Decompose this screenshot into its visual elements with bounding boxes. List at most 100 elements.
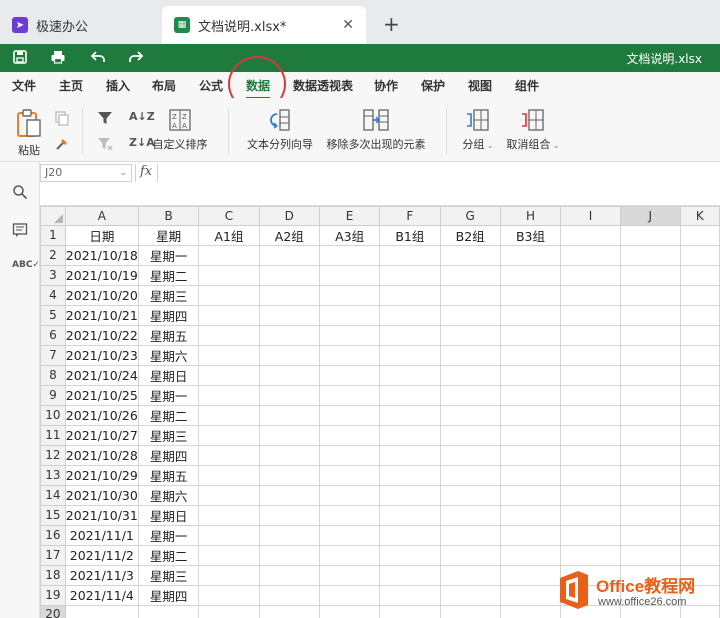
cell-a17[interactable]: 2021/11/2 xyxy=(64,544,139,566)
remove-duplicates-button[interactable]: 移除多次出现的元素 xyxy=(324,108,428,152)
cell-b14[interactable]: 星期六 xyxy=(137,484,200,506)
group-button[interactable]: 分组 ⌄ xyxy=(458,108,498,152)
cell-k1[interactable] xyxy=(679,224,720,246)
cell-e8[interactable] xyxy=(318,364,381,386)
cell-a1[interactable]: 日期 xyxy=(64,224,139,246)
redo-icon[interactable] xyxy=(128,49,144,69)
cell-f2[interactable] xyxy=(379,244,441,266)
cell-f18[interactable] xyxy=(379,564,441,586)
cell-a7[interactable]: 2021/10/23 xyxy=(64,344,139,366)
cell-b5[interactable]: 星期四 xyxy=(137,304,200,326)
cell-g6[interactable] xyxy=(439,324,501,346)
cell-c10[interactable] xyxy=(198,404,260,426)
cell-a8[interactable]: 2021/10/24 xyxy=(64,364,139,386)
cell-c6[interactable] xyxy=(198,324,260,346)
cell-e19[interactable] xyxy=(318,584,381,606)
cell-e18[interactable] xyxy=(318,564,381,586)
cell-b20[interactable] xyxy=(137,604,200,618)
cell-j5[interactable] xyxy=(619,304,681,326)
cell-i12[interactable] xyxy=(560,444,621,466)
cell-c2[interactable] xyxy=(198,244,260,266)
cell-k14[interactable] xyxy=(679,484,720,506)
cell-k16[interactable] xyxy=(679,524,720,546)
column-header-d[interactable]: D xyxy=(258,206,320,226)
cell-g1[interactable]: B2组 xyxy=(439,224,501,246)
cell-k8[interactable] xyxy=(679,364,720,386)
column-header-e[interactable]: E xyxy=(318,206,381,226)
tab-document[interactable]: ▦ 文档说明.xlsx* ✕ xyxy=(162,6,366,44)
cell-i8[interactable] xyxy=(560,364,621,386)
cell-f20[interactable] xyxy=(379,604,441,618)
cell-h13[interactable] xyxy=(499,464,562,486)
cell-i16[interactable] xyxy=(560,524,621,546)
cell-a12[interactable]: 2021/10/28 xyxy=(64,444,139,466)
print-icon[interactable] xyxy=(50,49,66,69)
custom-sort-button[interactable]: ZZAA 自定义排序 xyxy=(150,108,210,152)
cell-i14[interactable] xyxy=(560,484,621,506)
cell-b11[interactable]: 星期三 xyxy=(137,424,200,446)
cell-j12[interactable] xyxy=(619,444,681,466)
cell-f9[interactable] xyxy=(379,384,441,406)
cell-j11[interactable] xyxy=(619,424,681,446)
cell-g4[interactable] xyxy=(439,284,501,306)
row-header[interactable]: 13 xyxy=(40,464,66,486)
cell-g3[interactable] xyxy=(439,264,501,286)
comment-icon[interactable] xyxy=(12,222,28,242)
row-header[interactable]: 12 xyxy=(40,444,66,466)
cell-e16[interactable] xyxy=(318,524,381,546)
cell-a11[interactable]: 2021/10/27 xyxy=(64,424,139,446)
cell-f12[interactable] xyxy=(379,444,441,466)
cell-f7[interactable] xyxy=(379,344,441,366)
new-tab-button[interactable]: + xyxy=(383,12,400,36)
cell-f5[interactable] xyxy=(379,304,441,326)
cell-e5[interactable] xyxy=(318,304,381,326)
row-header[interactable]: 3 xyxy=(40,264,66,286)
cell-b3[interactable]: 星期二 xyxy=(137,264,200,286)
menu-collaborate[interactable]: 协作 xyxy=(374,77,398,94)
column-header-b[interactable]: B xyxy=(137,206,200,226)
cell-e14[interactable] xyxy=(318,484,381,506)
cell-e11[interactable] xyxy=(318,424,381,446)
cell-h17[interactable] xyxy=(499,544,562,566)
cell-j4[interactable] xyxy=(619,284,681,306)
cell-h16[interactable] xyxy=(499,524,562,546)
row-header[interactable]: 10 xyxy=(40,404,66,426)
column-header-g[interactable]: G xyxy=(439,206,501,226)
cell-a2[interactable]: 2021/10/18 xyxy=(64,244,139,266)
cell-i7[interactable] xyxy=(560,344,621,366)
cell-e1[interactable]: A3组 xyxy=(318,224,381,246)
cell-a6[interactable]: 2021/10/22 xyxy=(64,324,139,346)
cell-b10[interactable]: 星期二 xyxy=(137,404,200,426)
cell-h12[interactable] xyxy=(499,444,562,466)
cell-d11[interactable] xyxy=(258,424,320,446)
column-header-i[interactable]: I xyxy=(560,206,621,226)
column-header-j[interactable]: J xyxy=(619,206,681,226)
cell-g2[interactable] xyxy=(439,244,501,266)
cell-k11[interactable] xyxy=(679,424,720,446)
function-icon[interactable]: fx xyxy=(140,164,152,179)
column-header-a[interactable]: A xyxy=(64,206,139,226)
row-header[interactable]: 11 xyxy=(40,424,66,446)
cell-c8[interactable] xyxy=(198,364,260,386)
cell-d10[interactable] xyxy=(258,404,320,426)
menu-formula[interactable]: 公式 xyxy=(199,77,223,94)
cell-j9[interactable] xyxy=(619,384,681,406)
cell-a14[interactable]: 2021/10/30 xyxy=(64,484,139,506)
cell-d5[interactable] xyxy=(258,304,320,326)
cell-h10[interactable] xyxy=(499,404,562,426)
cell-d13[interactable] xyxy=(258,464,320,486)
cell-f6[interactable] xyxy=(379,324,441,346)
cell-j13[interactable] xyxy=(619,464,681,486)
row-header[interactable]: 15 xyxy=(40,504,66,526)
cell-b7[interactable]: 星期六 xyxy=(137,344,200,366)
cell-e3[interactable] xyxy=(318,264,381,286)
column-header-f[interactable]: F xyxy=(379,206,441,226)
clear-filter-icon[interactable] xyxy=(97,136,113,155)
cell-g18[interactable] xyxy=(439,564,501,586)
cell-c11[interactable] xyxy=(198,424,260,446)
row-header[interactable]: 6 xyxy=(40,324,66,346)
cell-i1[interactable] xyxy=(560,224,621,246)
cell-a16[interactable]: 2021/11/1 xyxy=(64,524,139,546)
cell-j8[interactable] xyxy=(619,364,681,386)
cell-e20[interactable] xyxy=(318,604,381,618)
